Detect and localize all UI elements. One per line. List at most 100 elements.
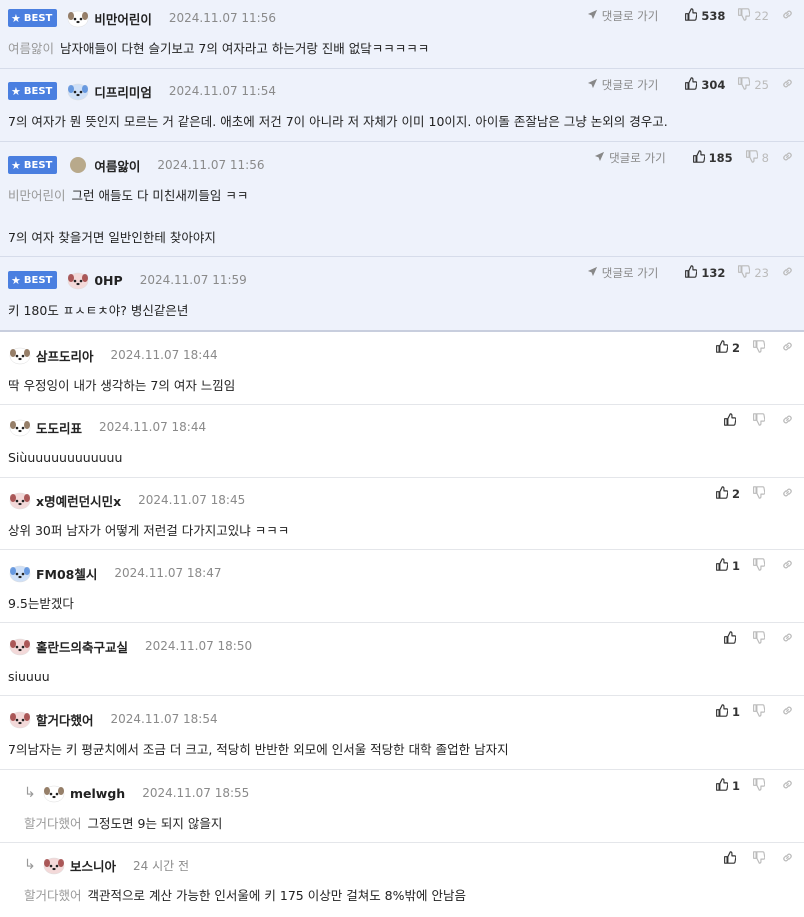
nickname[interactable]: melwgh xyxy=(70,786,125,801)
dislike-button[interactable]: 25 xyxy=(737,77,769,93)
like-button[interactable]: 2 xyxy=(715,486,740,502)
share-link-button[interactable] xyxy=(781,413,798,429)
go-to-reply-link[interactable]: 댓글로 가기 xyxy=(594,150,666,166)
avatar[interactable] xyxy=(8,636,32,656)
comment-text: 객관적으로 계산 가능한 인서울에 키 175 이상만 걸쳐도 8%밖에 안남음 xyxy=(87,888,466,903)
avatar[interactable] xyxy=(66,8,90,28)
avatar[interactable] xyxy=(70,157,87,173)
nickname[interactable]: 할거다했어 xyxy=(36,710,94,729)
like-button[interactable] xyxy=(723,851,740,867)
comment-body: 7의남자는 키 평균치에서 조금 더 크고, 적당히 반반한 외모에 인서울 적… xyxy=(8,739,796,760)
like-button[interactable]: 185 xyxy=(692,150,733,166)
comment-date: 2024.11.07 18:44 xyxy=(99,420,207,434)
star-icon: ★ xyxy=(11,158,21,172)
nickname[interactable]: 디프리미엄 xyxy=(94,82,152,101)
comment-body: 비만어린이 그런 애들도 다 미친새끼들임 ㅋㅋ 7의 여자 찾을거면 일반인한테… xyxy=(8,185,796,248)
star-icon: ★ xyxy=(11,273,21,287)
share-link-button[interactable] xyxy=(781,778,798,794)
dislike-button[interactable] xyxy=(752,631,769,647)
dislike-button[interactable] xyxy=(752,486,769,502)
link-icon xyxy=(781,413,798,429)
comment-date: 2024.11.07 18:45 xyxy=(138,493,246,507)
link-icon xyxy=(781,8,798,24)
like-button[interactable]: 132 xyxy=(684,265,725,281)
share-link-button[interactable] xyxy=(781,631,798,647)
avatar[interactable] xyxy=(8,563,32,583)
mention-nickname[interactable]: 할거다했어 xyxy=(24,888,82,903)
like-button[interactable]: 1 xyxy=(715,558,740,574)
like-button[interactable]: 1 xyxy=(715,704,740,720)
like-button[interactable] xyxy=(723,631,740,647)
dislike-button[interactable]: 22 xyxy=(737,8,769,24)
thumbs-down-icon xyxy=(752,704,769,720)
like-button[interactable] xyxy=(723,413,740,429)
avatar[interactable] xyxy=(66,270,90,290)
mention-nickname[interactable]: 비만어린이 xyxy=(8,188,66,203)
star-icon: ★ xyxy=(11,84,21,98)
best-comment: ★ BEST 디프리미엄 2024.11.07 11:54 7의 여자가 뭔 뜻인지 모… xyxy=(0,69,804,142)
comment-actions xyxy=(711,413,798,429)
go-to-reply-link[interactable]: 댓글로 가기 xyxy=(587,77,658,93)
nickname[interactable]: 비만어린이 xyxy=(94,9,152,28)
comment-date: 2024.11.07 18:50 xyxy=(145,639,253,653)
comment-date: 2024.11.07 11:56 xyxy=(168,11,276,25)
share-link-button[interactable] xyxy=(781,150,798,166)
dislike-button[interactable] xyxy=(752,851,769,867)
thumbs-up-icon xyxy=(715,778,732,794)
thumbs-down-icon xyxy=(752,631,769,647)
link-icon xyxy=(781,486,798,502)
share-link-button[interactable] xyxy=(781,340,798,356)
link-icon xyxy=(781,77,798,93)
like-button[interactable]: 304 xyxy=(684,77,725,93)
mention-nickname[interactable]: 할거다했어 xyxy=(24,816,82,831)
comment-date: 2024.11.07 18:55 xyxy=(142,786,250,800)
avatar[interactable] xyxy=(42,783,66,803)
thumbs-down-icon xyxy=(752,413,769,429)
link-icon xyxy=(781,150,798,166)
nickname[interactable]: 여름앓이 xyxy=(94,156,140,175)
dislike-button[interactable]: 23 xyxy=(737,265,769,281)
send-icon xyxy=(587,9,602,23)
comment-date: 2024.11.07 11:54 xyxy=(168,84,276,98)
nickname[interactable]: 보스니아 xyxy=(70,856,116,875)
dislike-button[interactable] xyxy=(752,558,769,574)
nickname[interactable]: 0HP xyxy=(94,273,122,288)
dislike-button[interactable] xyxy=(752,704,769,720)
share-link-button[interactable] xyxy=(781,265,798,281)
like-button[interactable]: 538 xyxy=(684,8,725,24)
comment-body: 할거다했어 그정도면 9는 되지 않을지 xyxy=(24,813,796,834)
nickname[interactable]: FM08첼시 xyxy=(36,564,97,583)
avatar[interactable] xyxy=(8,417,32,437)
dislike-button[interactable] xyxy=(752,413,769,429)
go-to-reply-link[interactable]: 댓글로 가기 xyxy=(587,8,658,24)
dislike-button[interactable] xyxy=(752,778,769,794)
nickname[interactable]: x명예런던시민x xyxy=(36,491,121,510)
nickname[interactable]: 도도리표 xyxy=(36,418,82,437)
like-count: 132 xyxy=(701,266,726,280)
share-link-button[interactable] xyxy=(781,704,798,720)
share-link-button[interactable] xyxy=(781,486,798,502)
send-icon xyxy=(594,151,609,165)
thumbs-up-icon xyxy=(715,704,732,720)
share-link-button[interactable] xyxy=(781,77,798,93)
like-button[interactable]: 1 xyxy=(715,778,740,794)
nickname[interactable]: 삼프도리아 xyxy=(36,346,94,365)
avatar[interactable] xyxy=(8,709,32,729)
reply-arrow-icon: ↳ xyxy=(24,857,36,873)
mention-nickname[interactable]: 여름앓이 xyxy=(8,41,54,56)
share-link-button[interactable] xyxy=(781,8,798,24)
avatar[interactable] xyxy=(8,345,32,365)
go-to-reply-link[interactable]: 댓글로 가기 xyxy=(587,265,658,281)
comment-body: 상위 30퍼 남자가 어떻게 저런걸 다가지고있냐 ㅋㅋㅋ xyxy=(8,520,796,541)
avatar[interactable] xyxy=(42,855,66,875)
like-count: 2 xyxy=(731,487,740,501)
avatar[interactable] xyxy=(66,81,90,101)
like-button[interactable]: 2 xyxy=(715,340,740,356)
avatar[interactable] xyxy=(8,490,32,510)
dislike-button[interactable] xyxy=(752,340,769,356)
share-link-button[interactable] xyxy=(781,558,798,574)
dislike-button[interactable]: 8 xyxy=(745,150,769,166)
nickname[interactable]: 홀란드의축구교실 xyxy=(36,637,128,656)
share-link-button[interactable] xyxy=(781,851,798,867)
like-count: 2 xyxy=(731,341,740,355)
